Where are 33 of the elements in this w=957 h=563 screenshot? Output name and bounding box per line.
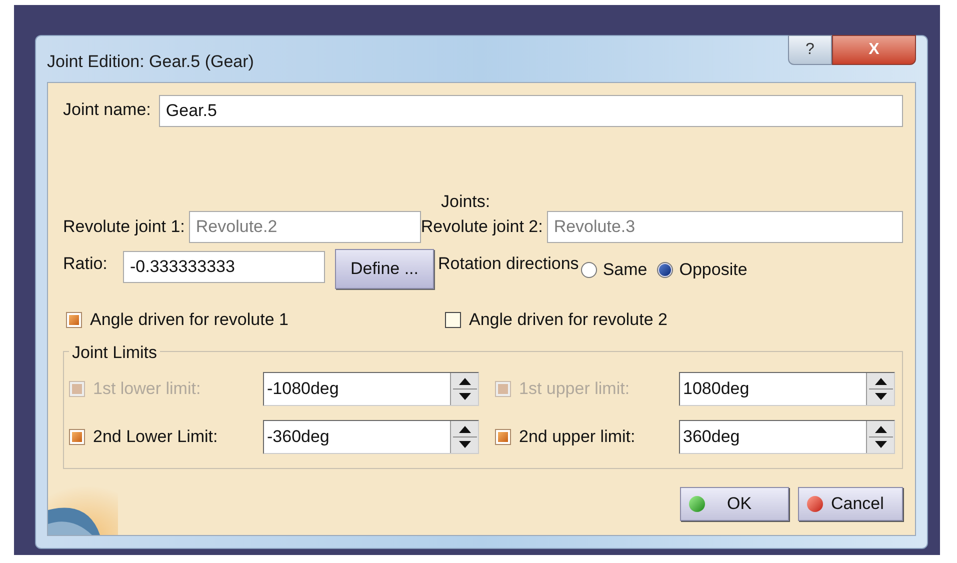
help-button[interactable]: ? (788, 35, 832, 65)
spin-arrows-icon[interactable] (866, 373, 894, 405)
spin-arrows-icon[interactable] (450, 421, 478, 453)
checkbox-label: 2nd upper limit: (519, 426, 636, 448)
checkbox-label: 1st lower limit: (93, 378, 201, 400)
checkbox-label: 2nd Lower Limit: (93, 426, 218, 448)
checkbox-label: 1st upper limit: (519, 378, 630, 400)
spin-box[interactable]: -360deg (263, 420, 479, 454)
radio-label: Opposite (679, 259, 748, 281)
window-title: Joint Edition: Gear.5 (Gear) (47, 51, 254, 73)
spin-box[interactable]: 360deg (679, 420, 895, 454)
radio-button[interactable] (580, 262, 597, 278)
checkbox[interactable] (66, 312, 82, 328)
text-field[interactable]: Gear.5 (158, 95, 903, 127)
field-label: Revolute joint 1: (63, 216, 185, 238)
define-button[interactable]: Define ... (335, 249, 434, 289)
field-label: Joint name: (63, 99, 151, 121)
spin-arrows-icon[interactable] (450, 373, 478, 405)
radio-label: Same (602, 259, 648, 281)
text-field[interactable]: -0.333333333 (123, 251, 325, 283)
checkbox[interactable] (495, 429, 511, 445)
checkbox[interactable] (69, 429, 85, 445)
checkbox-label: Angle driven for revolute 2 (469, 309, 668, 332)
field-label: Ratio: (63, 253, 108, 275)
field-label: Rotation directions (438, 253, 579, 275)
radio-button[interactable] (657, 262, 674, 278)
field-label: Revolute joint 2: (420, 216, 543, 238)
cancel-button[interactable]: Cancel (798, 487, 903, 521)
checkbox-label: Angle driven for revolute 1 (90, 309, 288, 332)
ok-button[interactable]: OK (680, 487, 789, 521)
checkbox[interactable] (445, 312, 461, 328)
spin-arrows-icon[interactable] (866, 421, 894, 453)
section-label: Joints: (441, 191, 490, 211)
